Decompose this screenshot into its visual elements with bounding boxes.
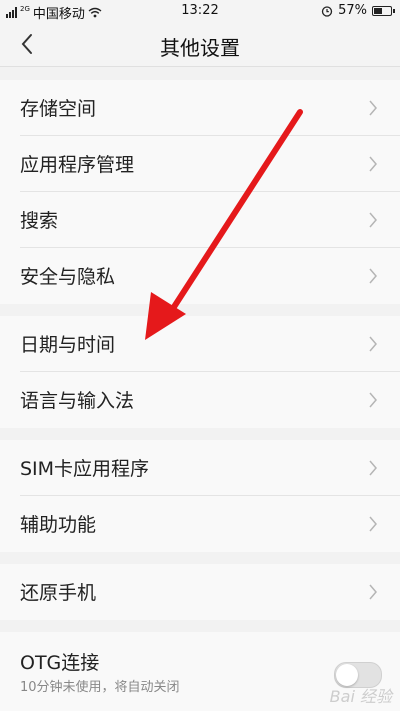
settings-item-label: 语言与输入法 [20,390,135,412]
settings-item-storage[interactable]: 存储空间 [0,80,400,136]
settings-group-sim-accessibility: SIM卡应用程序 辅助功能 [0,440,400,552]
settings-item-label: 还原手机 [20,582,97,604]
chevron-right-icon [369,268,377,284]
watermark: Bai 经验 [329,687,392,706]
settings-item-accessibility[interactable]: 辅助功能 [0,496,400,552]
settings-group-reset: 还原手机 [0,564,400,620]
alarm-icon [321,5,333,17]
settings-item-app-management[interactable]: 应用程序管理 [0,136,400,192]
chevron-right-icon [369,100,377,116]
settings-item-label: 安全与隐私 [20,266,116,288]
settings-item-label: 搜索 [20,210,59,232]
clock: 13:22 [181,3,219,18]
otg-subtitle: 10分钟未使用，将自动关闭 [20,680,180,695]
settings-item-reset-phone[interactable]: 还原手机 [0,564,400,620]
settings-item-label: 应用程序管理 [20,154,135,176]
status-bar: 2G 中国移动 13:22 57% [0,0,400,22]
chevron-right-icon [369,584,377,600]
settings-item-security-privacy[interactable]: 安全与隐私 [0,248,400,304]
settings-item-search[interactable]: 搜索 [0,192,400,248]
battery-icon [372,5,395,16]
title-bar: 其他设置 [0,22,400,67]
chevron-right-icon [369,516,377,532]
chevron-right-icon [369,212,377,228]
chevron-right-icon [369,460,377,476]
chevron-right-icon [369,156,377,172]
page-title: 其他设置 [160,36,240,60]
settings-item-label: SIM卡应用程序 [20,458,150,480]
chevron-right-icon [369,392,377,408]
settings-item-date-time[interactable]: 日期与时间 [0,316,400,372]
settings-group-date-language: 日期与时间 语言与输入法 [0,316,400,428]
settings-item-language-input[interactable]: 语言与输入法 [0,372,400,428]
settings-item-label: 辅助功能 [20,514,97,536]
settings-item-sim-apps[interactable]: SIM卡应用程序 [0,440,400,496]
settings-group-storage-apps: 存储空间 应用程序管理 搜索 安全与隐私 [0,80,400,304]
otg-label: OTG连接 [20,652,100,674]
battery-percent: 57% [338,3,367,18]
settings-item-label: 存储空间 [20,98,97,120]
chevron-right-icon [369,336,377,352]
settings-item-label: 日期与时间 [20,334,116,356]
